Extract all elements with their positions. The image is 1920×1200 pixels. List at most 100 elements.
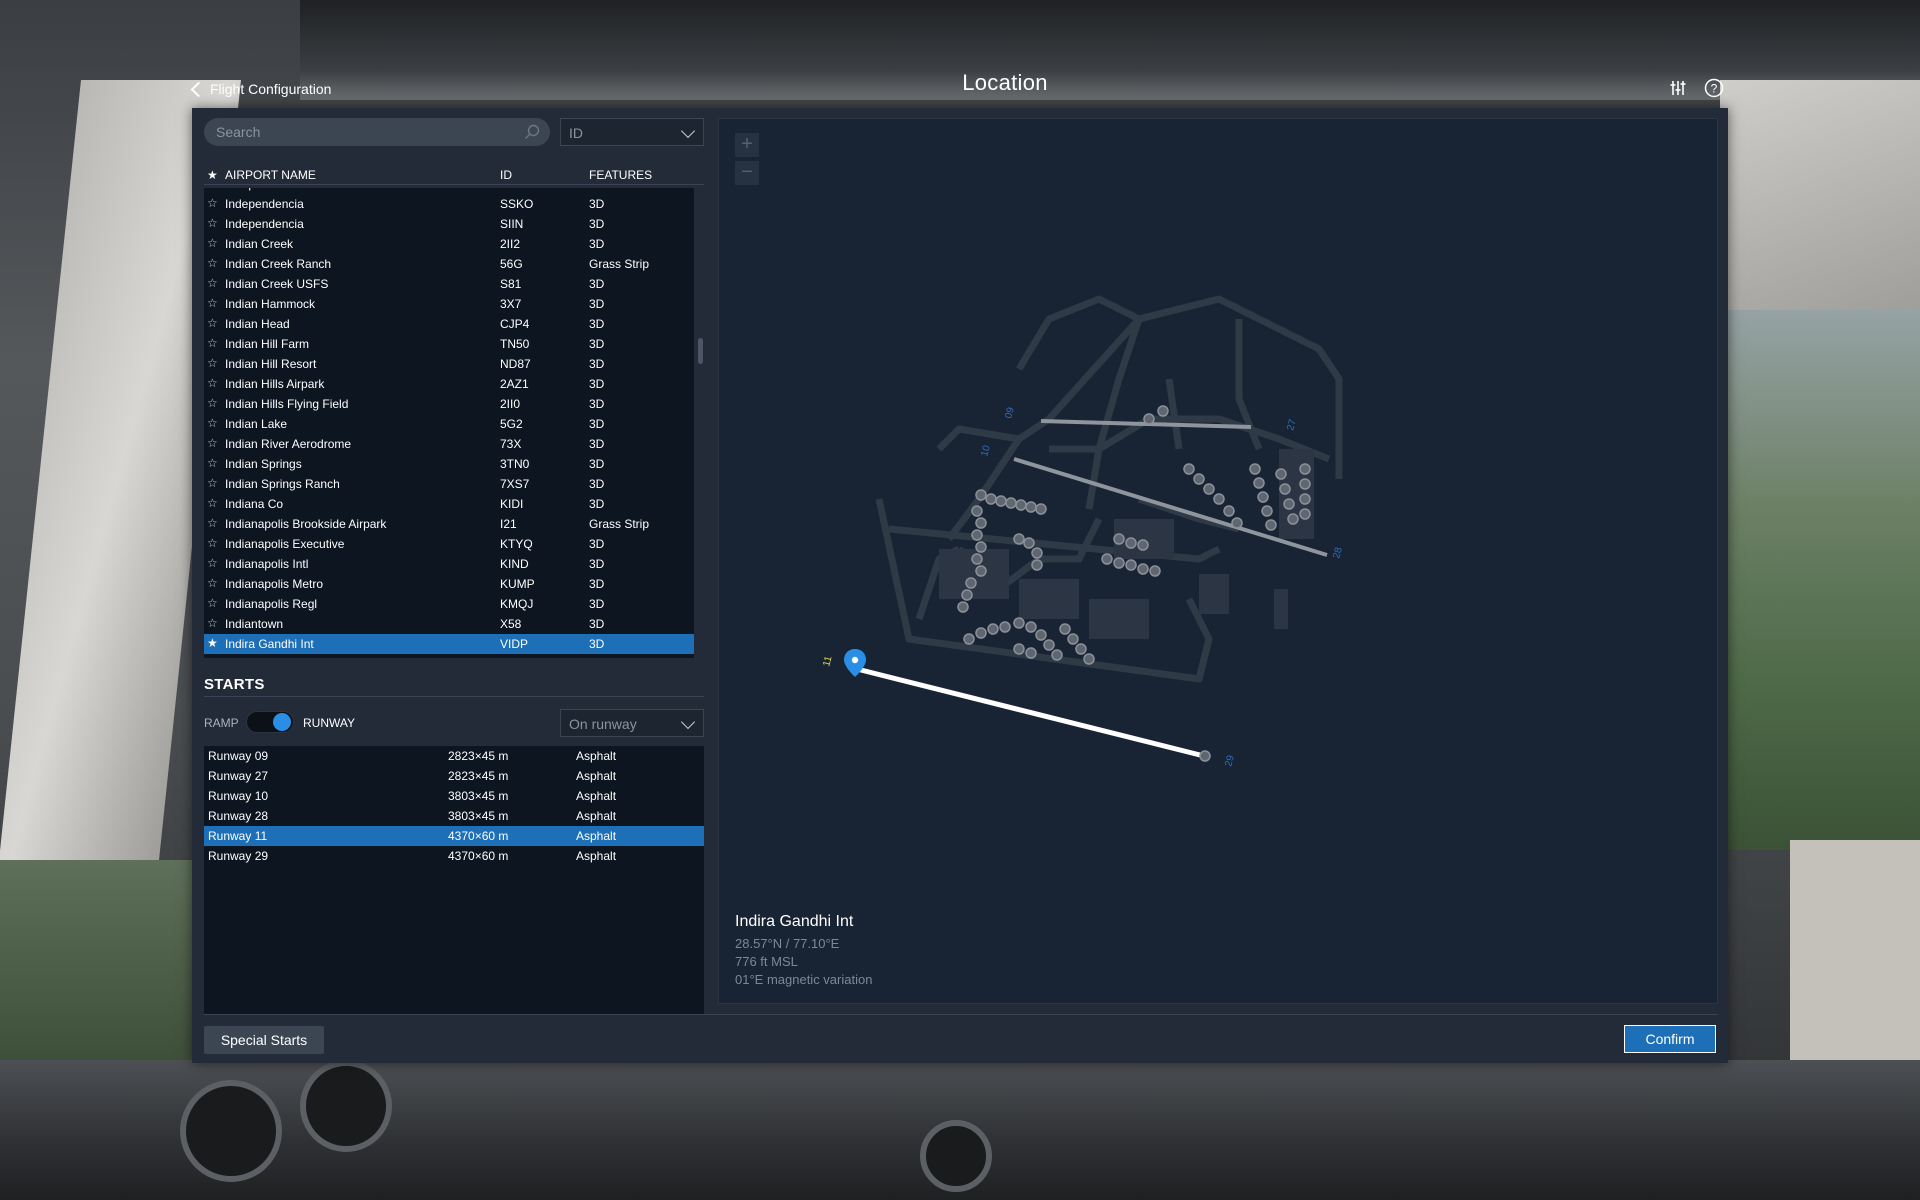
favorite-star-icon[interactable]: ☆	[207, 356, 218, 370]
favorite-star-icon[interactable]: ☆	[207, 396, 218, 410]
airport-features: Grass Strip	[589, 517, 650, 531]
airport-row[interactable]: ☆ Indian Creek 2II2 3D	[204, 234, 694, 254]
favorite-star-icon[interactable]: ☆	[207, 536, 218, 550]
search-field-value: ID	[569, 125, 583, 141]
airport-row[interactable]: ☆ Independencia SIIN 3D	[204, 214, 694, 234]
runway-label-10: 10	[979, 444, 993, 458]
airport-row[interactable]: ☆ Indianapolis Executive KTYQ 3D	[204, 534, 694, 554]
favorite-star-icon[interactable]: ☆	[207, 596, 218, 610]
airport-row[interactable]: ★ Indira Gandhi Int VIDP 3D	[204, 634, 694, 654]
favorite-star-icon[interactable]: ☆	[207, 296, 218, 310]
back-to-flight-configuration[interactable]: Flight Configuration	[190, 78, 331, 100]
search-input[interactable]: Search	[204, 118, 550, 146]
airport-name: Indian Creek USFS	[225, 277, 329, 291]
airport-row[interactable]: ☆ Indian Hills Airpark 2AZ1 3D	[204, 374, 694, 394]
airport-row[interactable]: ☆ Independencia SSKO 3D	[204, 194, 694, 214]
airport-row[interactable]: ☆ Indian Creek USFS S81 3D	[204, 274, 694, 294]
runway-row[interactable]: Runway 10 3803×45 m Asphalt	[204, 786, 704, 806]
airport-features: 3D	[589, 197, 605, 211]
runway-row[interactable]: Runway 11 4370×60 m Asphalt	[204, 826, 704, 846]
favorite-star-icon[interactable]: ☆	[207, 516, 218, 530]
airport-id: 5G2	[500, 417, 523, 431]
col-features[interactable]: FEATURES	[589, 168, 652, 182]
special-starts-button[interactable]: Special Starts	[204, 1026, 324, 1054]
favorite-star-icon[interactable]: ☆	[207, 436, 218, 450]
airport-name: Indian Hill Farm	[225, 337, 310, 351]
favorite-star-icon[interactable]: ☆	[207, 188, 218, 190]
favorite-star-icon[interactable]: ☆	[207, 416, 218, 430]
airport-row[interactable]: ☆ Indian Creek Ranch 56G Grass Strip	[204, 254, 694, 274]
runway-label-28: 28	[1331, 546, 1345, 560]
favorite-star-icon[interactable]: ☆	[207, 376, 218, 390]
favorite-star-icon[interactable]: ☆	[207, 236, 218, 250]
airport-row[interactable]: ☆ Indian River Aerodrome 73X 3D	[204, 434, 694, 454]
runway-row[interactable]: Runway 28 3803×45 m Asphalt	[204, 806, 704, 826]
runway-surface: Asphalt	[576, 749, 617, 763]
favorite-star-icon[interactable]: ☆	[207, 456, 218, 470]
airport-row[interactable]: ☆ Indian Hammock 3X7 3D	[204, 294, 694, 314]
airport-row[interactable]: ☆ Indian Head CJP4 3D	[204, 314, 694, 334]
runway-dims: 3803×45 m	[448, 789, 509, 803]
divider	[204, 696, 704, 697]
airport-features: 3D	[589, 437, 605, 451]
airport-map[interactable]: + − 09 27 10 28 11 29 Indira Gandhi Int …	[718, 118, 1718, 1004]
airport-row[interactable]: ☆ Indian Springs Ranch 7XS7 3D	[204, 474, 694, 494]
ramp-runway-toggle[interactable]	[246, 711, 294, 733]
airport-id: KIDI	[500, 497, 524, 511]
runway-name: Runway 29	[208, 849, 269, 863]
favorite-star-icon[interactable]: ☆	[207, 556, 218, 570]
airport-row[interactable]: ☆ Indian Hills Flying Field 2II0 3D	[204, 394, 694, 414]
runway-row[interactable]: Runway 09 2823×45 m Asphalt	[204, 746, 704, 766]
favorite-star-icon[interactable]: ★	[207, 636, 218, 650]
favorite-star-icon[interactable]: ☆	[207, 216, 218, 230]
search-field-select[interactable]: ID	[560, 118, 704, 146]
airport-features: 3D	[589, 457, 605, 471]
airport-id: KTYQ	[500, 537, 533, 551]
airport-id: 2II0	[500, 397, 521, 411]
start-position-value: On runway	[569, 716, 637, 732]
col-airport-name[interactable]: AIRPORT NAME	[225, 168, 316, 182]
airport-id: 2II2	[500, 237, 521, 251]
favorite-star-icon[interactable]: ☆	[207, 336, 218, 350]
airport-id: 3TN0	[500, 457, 530, 471]
airport-row[interactable]: ☆ Indiana Co KIDI 3D	[204, 494, 694, 514]
airport-features: 3D	[589, 557, 605, 571]
airport-id: SIIN	[500, 217, 524, 231]
favorite-star-icon[interactable]: ☆	[207, 576, 218, 590]
favorite-star-icon[interactable]: ★	[207, 168, 218, 182]
chevron-down-icon	[680, 123, 696, 139]
airport-row[interactable]: ☆ Indiantown X58 3D	[204, 614, 694, 634]
col-id[interactable]: ID	[500, 168, 512, 182]
favorite-star-icon[interactable]: ☆	[207, 256, 218, 270]
favorite-star-icon[interactable]: ☆	[207, 276, 218, 290]
favorite-star-icon[interactable]: ☆	[207, 496, 218, 510]
airport-features: 3D	[589, 577, 605, 591]
sliders-icon[interactable]	[1668, 78, 1688, 98]
confirm-button[interactable]: Confirm	[1624, 1025, 1716, 1053]
runway-row[interactable]: Runway 29 4370×60 m Asphalt	[204, 846, 704, 866]
gauge-1	[180, 1080, 282, 1182]
favorite-star-icon[interactable]: ☆	[207, 616, 218, 630]
airport-row[interactable]: ☆ Indian Springs 3TN0 3D	[204, 454, 694, 474]
runway-row[interactable]: Runway 27 2823×45 m Asphalt	[204, 766, 704, 786]
help-circle-icon[interactable]: ?	[1704, 78, 1724, 98]
favorite-star-icon[interactable]: ☆	[207, 316, 218, 330]
start-position-select[interactable]: On runway	[560, 709, 704, 737]
airport-row[interactable]: ☆ Indianapolis Metro KUMP 3D	[204, 574, 694, 594]
airport-features: 3D	[589, 417, 605, 431]
runway-list[interactable]: Runway 09 2823×45 m Asphalt Runway 27 2823×4…	[204, 746, 704, 1014]
airport-row[interactable]: ☆ Indianapolis Regl KMQJ 3D	[204, 594, 694, 614]
scrollbar-thumb[interactable]	[698, 338, 703, 364]
airport-list-scrollbar[interactable]	[696, 188, 704, 658]
favorite-star-icon[interactable]: ☆	[207, 476, 218, 490]
airport-name: Indira Gandhi Int	[225, 637, 314, 651]
favorite-star-icon[interactable]: ☆	[207, 196, 218, 210]
airport-list[interactable]: ☆ Independence State 7S5 3D ☆ Independencia SS…	[204, 188, 694, 658]
airport-id: 7S5	[500, 188, 521, 191]
airport-row[interactable]: ☆ Indianapolis Intl KIND 3D	[204, 554, 694, 574]
airport-row[interactable]: ☆ Indian Hill Resort ND87 3D	[204, 354, 694, 374]
airport-row[interactable]: ☆ Indianapolis Brookside Airpark I21 Grass …	[204, 514, 694, 534]
airport-row[interactable]: ☆ Indian Hill Farm TN50 3D	[204, 334, 694, 354]
airport-row[interactable]: ☆ Indian Lake 5G2 3D	[204, 414, 694, 434]
airport-name: Indianapolis Regl	[225, 597, 318, 611]
